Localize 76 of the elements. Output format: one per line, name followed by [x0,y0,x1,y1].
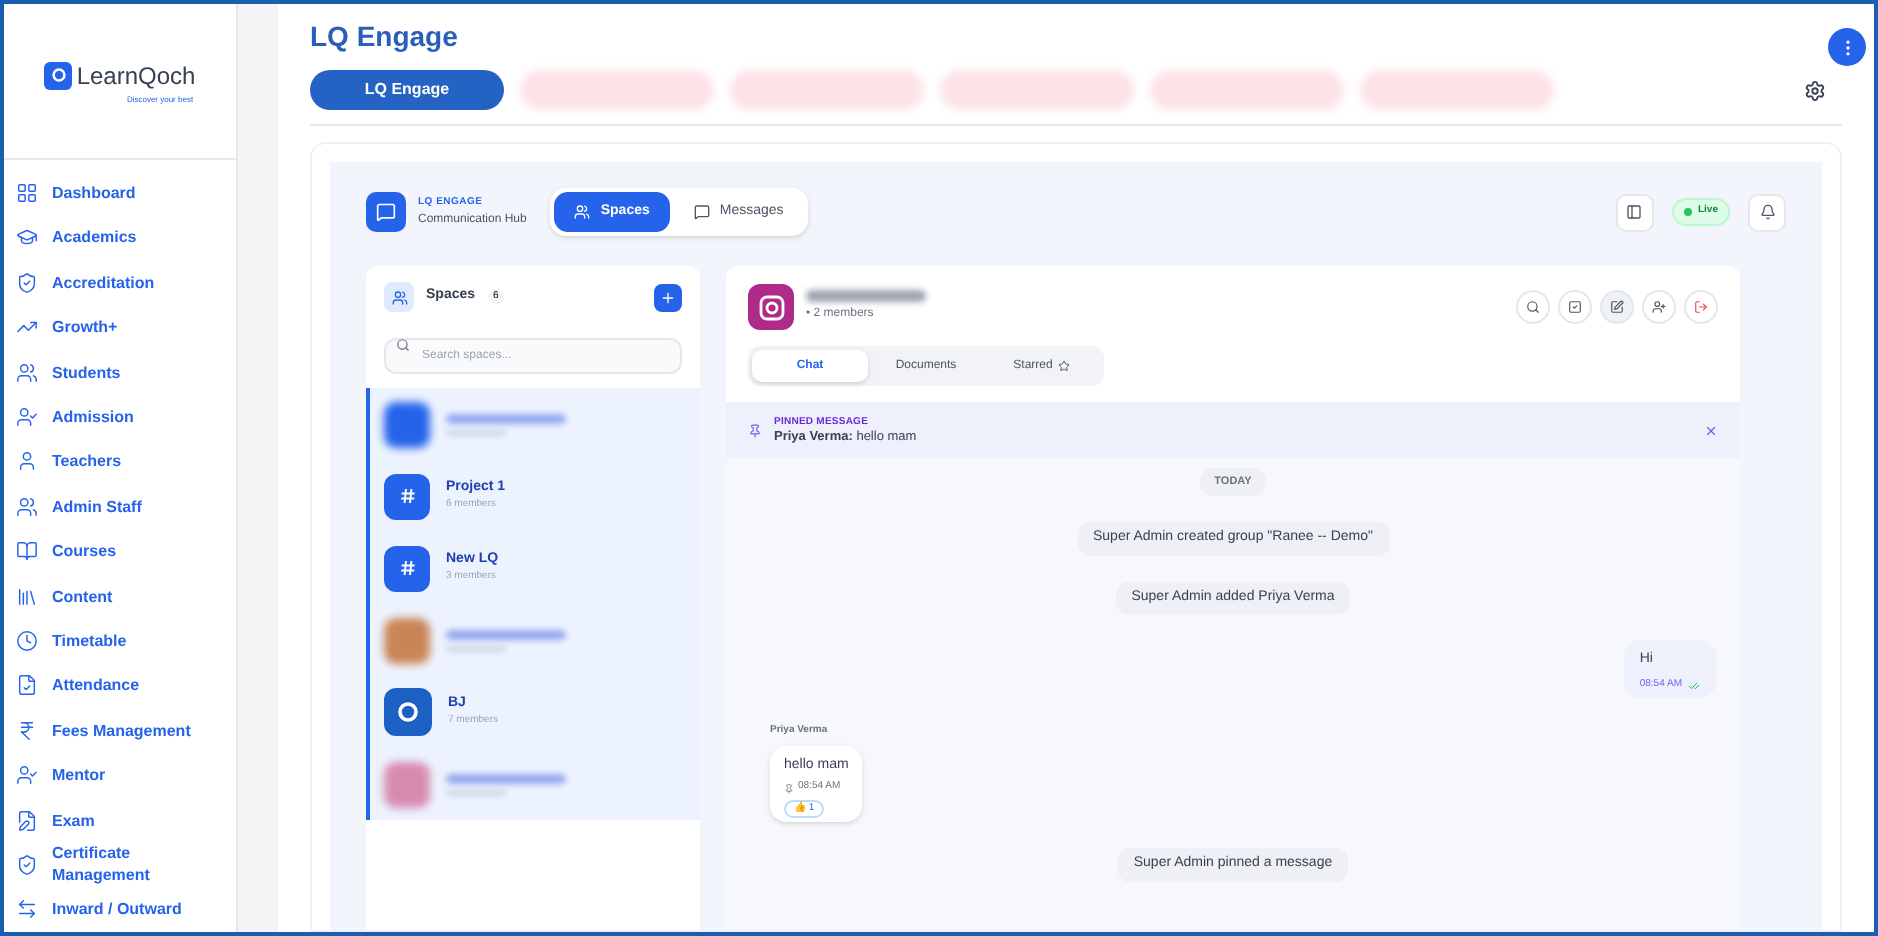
blurred-text [446,413,566,435]
checkbox-icon [1568,300,1582,314]
settings-icon[interactable] [1804,79,1826,101]
sidebar-item[interactable]: Inward / Outward [16,887,236,932]
sidebar-item[interactable]: Students [16,349,236,395]
leave-button[interactable] [1684,290,1718,324]
edit-button[interactable] [1600,290,1634,324]
nav-tab[interactable]: LQ Engage [310,70,504,110]
logo-avatar [384,688,432,736]
sidebar-item[interactable]: Mentor [16,752,236,798]
users-icon [16,495,38,518]
sidebar-item[interactable]: Courses [16,528,236,574]
bell-icon [1759,204,1775,220]
double-check-icon [1688,679,1700,691]
select-button[interactable] [1558,290,1592,324]
blurred-text [446,629,566,651]
close-icon[interactable] [1704,423,1718,437]
file-check-icon [16,674,38,697]
message-icon [693,204,710,220]
camera-logo-avatar [748,284,794,330]
search-button[interactable] [1516,290,1550,324]
blurred-text [806,290,926,302]
logo-icon [44,61,73,90]
sidebar-item[interactable]: Academics [16,215,236,261]
sidebar-item[interactable]: Accreditation [16,260,236,306]
user-icon [16,450,38,473]
blurred-avatar [384,401,430,447]
sidebar-item[interactable]: Exam [16,797,236,843]
arrows-icon [16,898,38,921]
hash-icon [399,560,415,576]
blurred-avatar [384,761,430,807]
panel-toggle-button[interactable] [1615,193,1654,231]
rupee-icon [16,719,38,742]
sidebar-item[interactable]: Admission [16,394,236,440]
more-button[interactable] [1828,28,1866,66]
clock-icon [16,629,38,652]
add-space-button[interactable] [654,283,682,311]
file-edit-icon [16,809,38,832]
book-icon [16,540,38,563]
photo-placeholder [384,617,430,663]
pen-icon [1610,300,1624,314]
hash-icon [399,488,415,504]
library-icon [16,585,38,608]
sidebar-item[interactable]: Certificate Management [16,842,236,888]
pin-icon [784,783,794,793]
user-check-icon [16,406,38,428]
search-icon [1526,300,1540,314]
sidebar-item[interactable]: Dashboard [16,170,236,216]
shield-check-icon [16,271,38,294]
blurred-text [446,773,566,795]
sidebar-item[interactable]: Attendance [16,663,236,709]
add-member-button[interactable] [1642,290,1676,324]
users-icon [16,361,38,384]
plus-icon [660,289,676,305]
graduation-cap-icon [16,226,38,249]
users-icon [574,204,591,220]
sidebar-item[interactable]: Admin Staff [16,484,236,529]
user-check-icon [16,764,38,787]
sidebar-item[interactable]: Fees Management [16,708,236,753]
shield-check-icon [16,853,38,876]
notification-button[interactable] [1748,193,1786,231]
user-plus-icon [1652,300,1666,314]
search-icon [396,337,410,351]
star-icon [1058,360,1071,372]
grid-icon [16,182,38,205]
sidebar-item[interactable]: Timetable [16,618,236,664]
exit-icon [1694,300,1708,314]
pin-icon [748,423,762,437]
chat-icon [366,192,406,232]
panel-icon [1626,204,1643,220]
sidebar-item[interactable]: Growth+ [16,305,236,350]
page-title: LQ Engage [310,18,460,56]
brand-name: LearnQoch [76,59,196,94]
sidebar-item[interactable]: Content [16,573,236,619]
users-icon [384,282,414,312]
sidebar-item[interactable]: Teachers [16,439,236,485]
